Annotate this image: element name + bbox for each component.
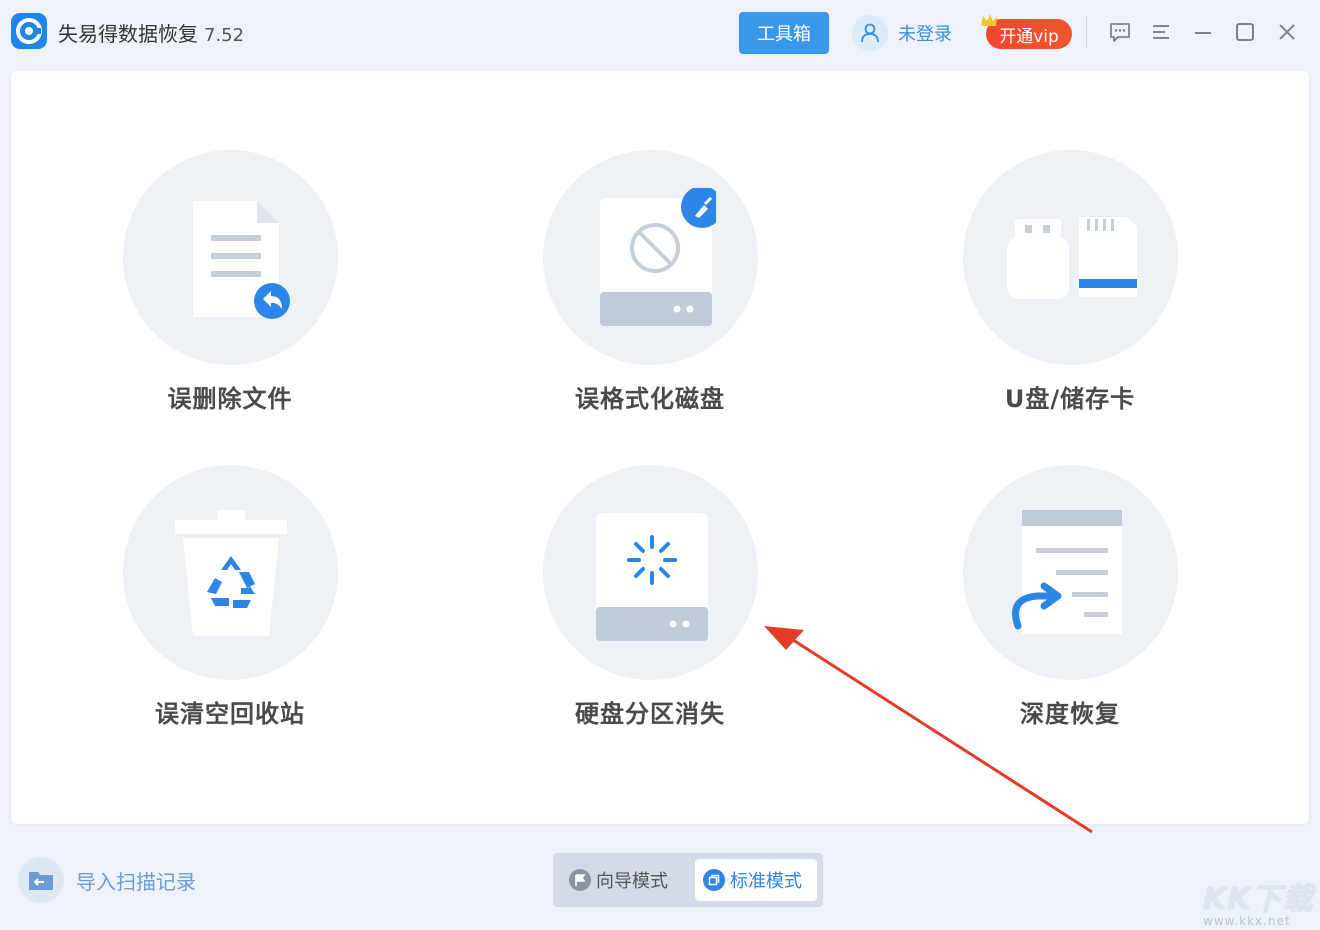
card-label: 硬盘分区消失 bbox=[575, 700, 725, 728]
card-label: 误清空回收站 bbox=[155, 700, 305, 728]
maximize-icon[interactable] bbox=[1232, 19, 1258, 45]
tab-guide-mode[interactable]: 向导模式 bbox=[561, 859, 691, 901]
card-label: 误删除文件 bbox=[167, 385, 293, 413]
minimize-icon[interactable] bbox=[1190, 19, 1216, 45]
window-icon bbox=[703, 869, 725, 891]
mode-switch: 向导模式 标准模式 bbox=[553, 853, 823, 907]
app-title: 失易得数据恢复 7.52 bbox=[58, 22, 245, 46]
flag-icon bbox=[569, 869, 591, 891]
card-usb-sdcard[interactable]: U盘/储存卡 bbox=[940, 150, 1200, 450]
feedback-icon[interactable] bbox=[1107, 19, 1133, 45]
card-label: U盘/储存卡 bbox=[1004, 385, 1136, 413]
user-avatar-icon bbox=[852, 15, 888, 51]
annotation-arrow bbox=[764, 626, 1093, 834]
import-label: 导入扫描记录 bbox=[76, 869, 196, 894]
app-version: 7.52 bbox=[204, 25, 245, 46]
deleted-file-restore-icon bbox=[123, 150, 338, 365]
crown-icon bbox=[981, 14, 997, 26]
card-deleted-files[interactable]: 误删除文件 bbox=[100, 150, 360, 450]
toolbar-divider bbox=[1086, 16, 1087, 48]
lost-partition-icon bbox=[543, 465, 758, 680]
import-scan-record-button[interactable]: 导入扫描记录 bbox=[18, 857, 196, 903]
card-formatted-disk[interactable]: 误格式化磁盘 bbox=[520, 150, 780, 450]
tab-standard-mode[interactable]: 标准模式 bbox=[695, 859, 817, 901]
main-panel: 误删除文件 误格式化磁盘 U盘/储存卡 误清空回收站 硬盘分区消失 深度恢复 bbox=[11, 71, 1309, 824]
title-bar: 失易得数据恢复 7.52 工具箱 未登录 开通vip bbox=[0, 0, 1320, 66]
import-folder-icon bbox=[18, 857, 64, 903]
login-label: 未登录 bbox=[898, 24, 952, 45]
menu-icon[interactable] bbox=[1148, 19, 1174, 45]
formatted-disk-icon bbox=[543, 150, 758, 365]
app-logo-icon bbox=[11, 13, 47, 49]
watermark: KK下载 www.kkx.net bbox=[1203, 874, 1315, 930]
card-recycle-bin[interactable]: 误清空回收站 bbox=[100, 465, 360, 765]
mode-label: 向导模式 bbox=[596, 871, 668, 892]
watermark-text: KK下载 bbox=[1203, 882, 1314, 917]
mode-label: 标准模式 bbox=[730, 871, 802, 892]
recycle-bin-icon bbox=[123, 465, 338, 680]
login-button[interactable]: 未登录 bbox=[852, 15, 952, 51]
close-icon[interactable] bbox=[1274, 19, 1300, 45]
card-lost-partition[interactable]: 硬盘分区消失 bbox=[520, 465, 780, 765]
usb-sdcard-icon bbox=[963, 150, 1178, 365]
toolbox-button[interactable]: 工具箱 bbox=[739, 12, 829, 54]
card-label: 误格式化磁盘 bbox=[575, 385, 725, 413]
